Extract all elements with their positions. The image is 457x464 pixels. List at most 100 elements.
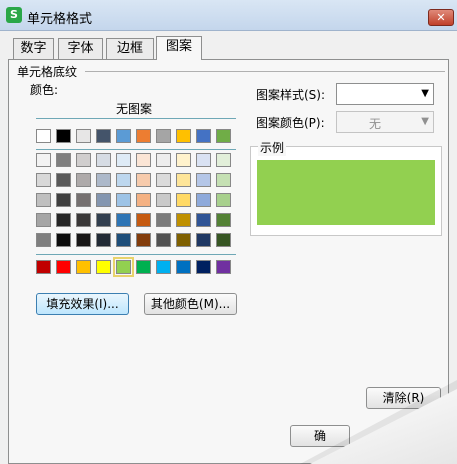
color-swatch[interactable] (76, 260, 91, 274)
color-swatch[interactable] (216, 213, 231, 227)
theme-shade-row (36, 153, 231, 167)
color-swatch[interactable] (96, 173, 111, 187)
color-swatch[interactable] (156, 173, 171, 187)
theme-shade-row (36, 193, 231, 207)
color-swatch[interactable] (156, 260, 171, 274)
wps-spreadsheet-icon: S (6, 7, 22, 23)
color-swatch[interactable] (36, 153, 51, 167)
standard-colors-row (36, 257, 231, 277)
color-swatch[interactable] (36, 233, 51, 247)
sample-label: 示例 (258, 139, 287, 156)
close-button[interactable]: ✕ (428, 9, 454, 26)
color-swatch[interactable] (36, 193, 51, 207)
color-swatch[interactable] (36, 260, 51, 274)
color-swatch[interactable] (196, 233, 211, 247)
pattern-color-label: 图案颜色(P): (256, 116, 325, 130)
color-swatch[interactable] (36, 213, 51, 227)
color-swatch[interactable] (76, 153, 91, 167)
color-swatch[interactable] (116, 153, 131, 167)
color-swatch[interactable] (56, 260, 71, 274)
pattern-style-label: 图案样式(S): (256, 88, 326, 102)
color-swatch[interactable] (116, 233, 131, 247)
color-swatch[interactable] (216, 233, 231, 247)
group-divider (85, 71, 445, 72)
dropdown-arrow-icon: ▼ (421, 88, 429, 99)
theme-top-row (36, 129, 231, 143)
color-swatch[interactable] (196, 173, 211, 187)
color-swatch[interactable] (56, 173, 71, 187)
color-swatch[interactable] (76, 173, 91, 187)
color-swatch[interactable] (196, 193, 211, 207)
color-swatch[interactable] (156, 213, 171, 227)
color-swatch[interactable] (76, 193, 91, 207)
color-swatch[interactable] (136, 233, 151, 247)
color-swatch[interactable] (216, 153, 231, 167)
color-swatch[interactable] (76, 233, 91, 247)
palette-separator (36, 149, 236, 150)
color-swatch[interactable] (196, 213, 211, 227)
color-swatch[interactable] (96, 193, 111, 207)
color-swatch[interactable] (96, 260, 111, 274)
color-swatch[interactable] (36, 173, 51, 187)
color-swatch[interactable] (116, 193, 131, 207)
window-title: 单元格格式 (27, 12, 93, 27)
palette-separator (36, 254, 236, 255)
color-swatch[interactable] (156, 129, 171, 143)
color-swatch[interactable] (56, 153, 71, 167)
tab-font[interactable]: 字体 (58, 38, 103, 59)
color-swatch[interactable] (176, 173, 191, 187)
color-swatch[interactable] (176, 129, 191, 143)
color-swatch[interactable] (36, 129, 51, 143)
color-swatch[interactable] (113, 257, 134, 277)
color-swatch[interactable] (196, 129, 211, 143)
pattern-style-dropdown[interactable]: ▼ (336, 83, 434, 105)
color-swatch[interactable] (176, 193, 191, 207)
color-swatch[interactable] (176, 153, 191, 167)
theme-shade-row (36, 213, 231, 227)
color-swatch[interactable] (116, 213, 131, 227)
color-swatch[interactable] (56, 129, 71, 143)
color-swatch[interactable] (96, 129, 111, 143)
tab-border[interactable]: 边框 (106, 38, 154, 59)
color-swatch[interactable] (136, 193, 151, 207)
color-swatch[interactable] (136, 129, 151, 143)
pattern-color-dropdown[interactable]: 无 ▼ (336, 111, 434, 133)
color-swatch[interactable] (156, 153, 171, 167)
color-swatch[interactable] (196, 260, 211, 274)
color-swatch[interactable] (216, 193, 231, 207)
theme-shade-row (36, 173, 231, 187)
pattern-color-value: 无 (369, 117, 382, 131)
color-swatch[interactable] (136, 260, 151, 274)
color-swatch[interactable] (176, 233, 191, 247)
dropdown-arrow-icon: ▼ (421, 116, 429, 127)
color-swatch[interactable] (136, 173, 151, 187)
color-swatch[interactable] (76, 129, 91, 143)
cell-shading-group-label: 单元格底纹 (17, 63, 78, 80)
color-swatch[interactable] (96, 213, 111, 227)
color-swatch[interactable] (56, 193, 71, 207)
color-swatch[interactable] (96, 153, 111, 167)
color-swatch[interactable] (176, 213, 191, 227)
color-swatch[interactable] (56, 213, 71, 227)
color-swatch[interactable] (96, 233, 111, 247)
color-swatch[interactable] (116, 173, 131, 187)
color-swatch[interactable] (216, 129, 231, 143)
more-colors-button[interactable]: 其他颜色(M)... (144, 293, 237, 315)
color-label: 颜色: (30, 83, 59, 97)
color-swatch[interactable] (156, 193, 171, 207)
palette-separator (36, 118, 236, 119)
color-swatch[interactable] (116, 129, 131, 143)
color-swatch[interactable] (76, 213, 91, 227)
color-swatch[interactable] (156, 233, 171, 247)
color-swatch[interactable] (176, 260, 191, 274)
color-swatch[interactable] (136, 153, 151, 167)
no-pattern-option[interactable]: 无图案 (116, 100, 152, 117)
color-swatch[interactable] (136, 213, 151, 227)
color-swatch[interactable] (56, 233, 71, 247)
color-swatch[interactable] (196, 153, 211, 167)
color-swatch[interactable] (216, 260, 231, 274)
tab-pattern[interactable]: 图案 (156, 36, 202, 60)
fill-effects-button[interactable]: 填充效果(I)... (36, 293, 129, 315)
color-swatch[interactable] (216, 173, 231, 187)
tab-number[interactable]: 数字 (13, 38, 54, 59)
